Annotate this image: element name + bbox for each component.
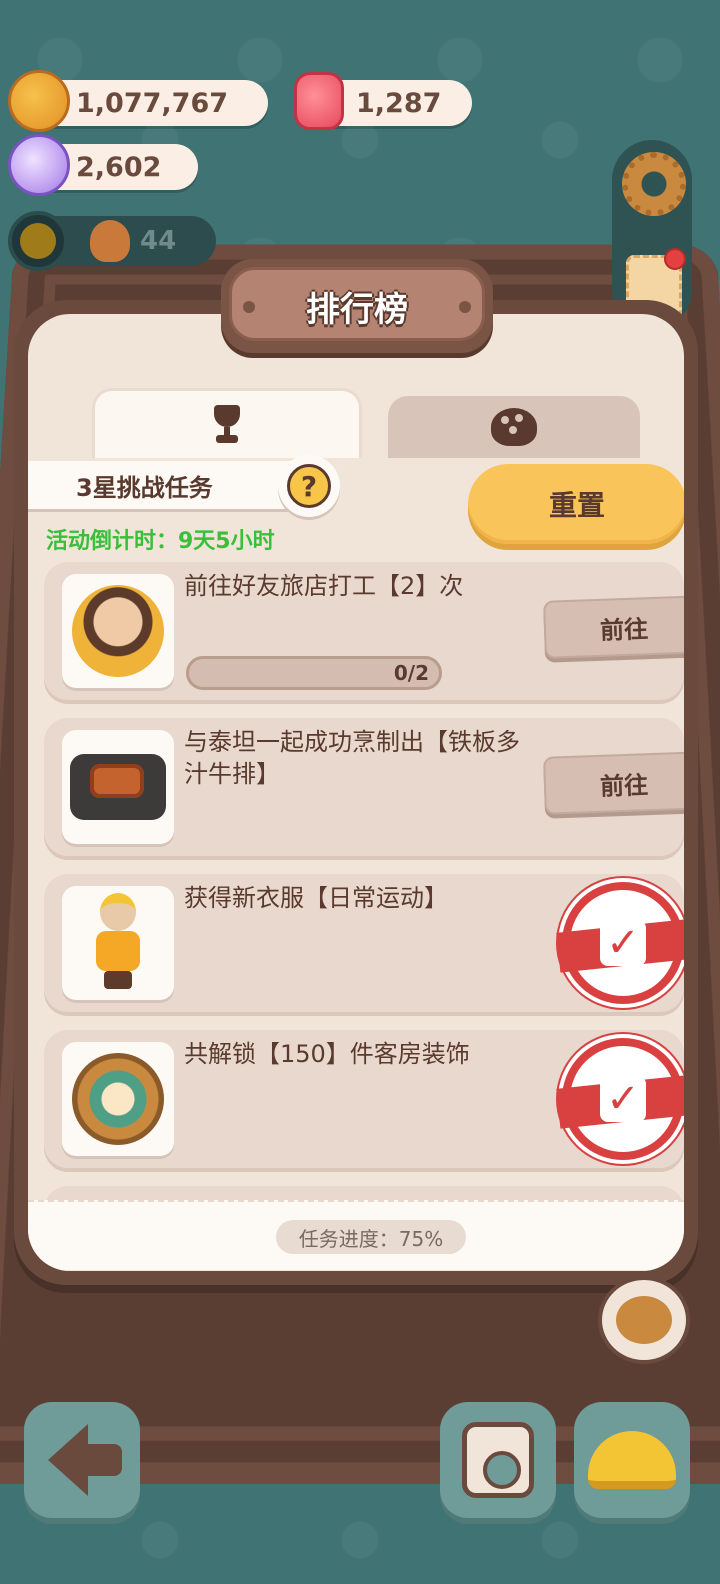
worker-icon [72, 585, 164, 677]
countdown-text: 活动倒计时：9天5小时 [46, 523, 275, 555]
page-title: 排行榜 [306, 282, 408, 331]
cookie-amount: 1,077,767 [76, 88, 228, 119]
level-count: 44 [140, 226, 176, 256]
task-progress-text: 0/2 [394, 661, 429, 685]
candy-amount: 2,602 [76, 152, 161, 183]
cookie-counter[interactable]: 1,077,767 [14, 80, 268, 126]
gem-amount: 1,287 [356, 88, 441, 119]
tab-ball[interactable] [388, 396, 640, 458]
camera-button[interactable] [440, 1402, 556, 1518]
task-card: 获得新衣服【日常运动】 ✓ [44, 874, 684, 1016]
gear-icon[interactable] [622, 152, 686, 216]
task-card: 共解锁【150】件客房装饰 ✓ [44, 1030, 684, 1172]
task-thumbnail [62, 730, 174, 844]
reset-button[interactable]: 重置 [468, 464, 684, 544]
task-group-label: 3星挑战任务 [28, 461, 318, 509]
candy-icon [8, 134, 70, 196]
leaderboard-panel: 3星挑战任务 ? 活动倒计时：9天5小时 重置 前往好友旅店打工【2】次 0/2… [14, 300, 698, 1285]
check-icon: ✓ [600, 920, 646, 966]
back-button[interactable] [24, 1402, 140, 1518]
tab-trophy[interactable] [92, 388, 362, 458]
task-thumbnail [62, 574, 174, 688]
steak-icon [70, 754, 166, 820]
candy-counter[interactable]: 2,602 [14, 144, 198, 190]
panel-title-plaque: 排行榜 [221, 259, 493, 353]
overall-progress: 任务进度：75% [276, 1220, 466, 1254]
chef-face-icon [616, 1296, 672, 1344]
task-thumbnail [62, 1042, 174, 1156]
go-button[interactable]: 前往 [543, 751, 684, 815]
task-card: 与泰坦一起成功烹制出【铁板多汁牛排】 前往 [44, 718, 684, 860]
task-title: 共解锁【150】件客房装饰 [184, 1038, 524, 1070]
hard-hat-icon [588, 1431, 676, 1489]
ball-icon [491, 408, 537, 446]
arrow-left-icon [48, 1424, 88, 1496]
completed-stamp: ✓ [562, 882, 684, 1004]
chef-avatar[interactable] [598, 1276, 690, 1364]
task-title: 前往好友旅店打工【2】次 [184, 570, 524, 602]
gingerbread-icon [90, 220, 130, 262]
hat-button[interactable] [574, 1402, 690, 1518]
question-icon: ? [287, 464, 331, 508]
cookie-icon [8, 70, 70, 132]
gem-icon [294, 72, 344, 130]
camera-icon [462, 1422, 534, 1498]
task-progress-bar: 0/2 [186, 656, 442, 690]
panel-paper: 3星挑战任务 ? 活动倒计时：9天5小时 重置 前往好友旅店打工【2】次 0/2… [28, 314, 684, 1271]
task-list[interactable]: 前往好友旅店打工【2】次 0/2 前往 与泰坦一起成功烹制出【铁板多汁牛排】 前… [44, 562, 684, 1202]
task-title: 获得新衣服【日常运动】 [184, 882, 524, 914]
outfit-icon [88, 893, 148, 993]
task-card: 前往好友旅店打工【2】次 0/2 前往 [44, 562, 684, 704]
gem-counter[interactable]: 1,287 [294, 80, 472, 126]
task-title: 与泰坦一起成功烹制出【铁板多汁牛排】 [184, 726, 524, 790]
notification-dot [664, 248, 686, 270]
task-thumbnail [62, 886, 174, 1000]
sun-badge-icon [8, 211, 68, 271]
trophy-icon [208, 405, 246, 445]
level-indicator[interactable]: 44 [12, 216, 216, 266]
decoration-icon [72, 1053, 164, 1145]
go-button[interactable]: 前往 [543, 595, 684, 659]
completed-stamp: ✓ [562, 1038, 684, 1160]
check-icon: ✓ [600, 1076, 646, 1122]
help-button[interactable]: ? [278, 455, 340, 517]
